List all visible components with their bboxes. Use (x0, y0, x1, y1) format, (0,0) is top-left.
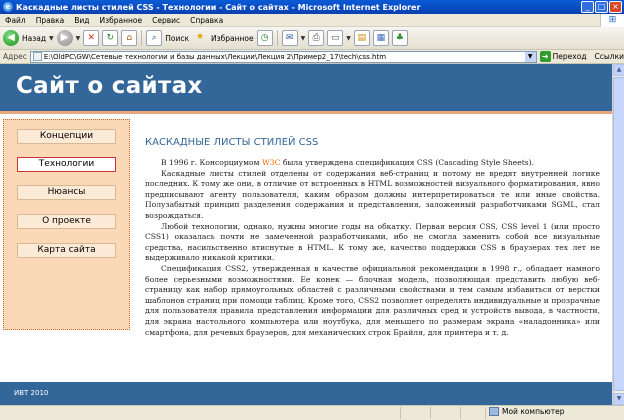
go-button-label: Переход (552, 52, 587, 61)
history-icon[interactable]: ◷ (256, 30, 273, 46)
back-arrow-icon[interactable]: ◀ (3, 30, 19, 46)
site-title: Сайт о сайтах (16, 73, 203, 99)
article-heading: КАСКАДНЫЕ ЛИСТЫ СТИЛЕЙ CSS (145, 137, 319, 148)
paragraph-text: была утверждена спецификация CSS (Cascad… (280, 158, 535, 167)
links-button[interactable]: Ссылки (595, 52, 624, 61)
web-page: Сайт о сайтах Концепции Технологии Нюанс… (0, 64, 612, 405)
toolbar-separator (141, 30, 143, 46)
security-zone: Мой компьютер (489, 407, 564, 416)
menu-view[interactable]: Вид (69, 16, 94, 25)
mail-dropdown-icon[interactable]: ▼ (301, 35, 306, 42)
nav-about-button[interactable]: О проекте (17, 214, 116, 229)
window-controls: _ □ × (581, 1, 622, 13)
menu-file[interactable]: Файл (0, 16, 31, 25)
edit-dropdown-icon[interactable]: ▼ (346, 35, 351, 42)
home-icon[interactable]: ⌂ (121, 30, 138, 46)
zone-label: Мой компьютер (502, 407, 565, 416)
vertical-scrollbar[interactable]: ▲ ▼ (612, 64, 624, 405)
address-url[interactable]: E:\OldPC\GW\Сетевые технологии и базы да… (44, 53, 525, 61)
scroll-down-icon[interactable]: ▼ (613, 393, 624, 405)
favorites-button-label[interactable]: Избранное (211, 34, 254, 43)
status-divider (430, 407, 431, 419)
page-icon (32, 52, 42, 61)
menu-tools[interactable]: Сервис (147, 16, 185, 25)
close-button[interactable]: × (609, 1, 622, 13)
toolbar: ◀ Назад ▼ ▶ ▼ ✕ ↻ ⌂ ⌕ Поиск ★ Избранное … (0, 27, 624, 50)
scroll-thumb[interactable] (613, 77, 624, 391)
back-button-label[interactable]: Назад (22, 34, 46, 43)
window-title: Каскадные листы стилей CSS - Технологии … (16, 2, 421, 12)
favorites-star-icon[interactable]: ★ (192, 30, 208, 46)
forward-dropdown-icon[interactable]: ▼ (76, 35, 81, 42)
windows-logo-icon: ⊞ (600, 14, 624, 27)
status-bar: Мой компьютер (0, 405, 624, 420)
nav-sitemap-button[interactable]: Карта сайта (17, 243, 116, 258)
computer-icon (489, 407, 499, 416)
go-arrow-icon: ➜ (539, 51, 551, 62)
address-bar: Адрес E:\OldPC\GW\Сетевые технологии и б… (0, 50, 624, 64)
scroll-up-icon[interactable]: ▲ (613, 64, 624, 76)
maximize-button[interactable]: □ (595, 1, 608, 13)
w3c-link[interactable]: W3C (262, 158, 280, 167)
site-footer: ИВТ 2010 (0, 382, 612, 405)
nav-nuances-button[interactable]: Нюансы (17, 185, 116, 200)
article-paragraph: В 1996 г. Консорциумом W3C была утвержде… (145, 158, 600, 169)
stop-icon[interactable]: ✕ (83, 30, 100, 46)
footer-text: ИВТ 2010 (14, 389, 49, 397)
toolbar-separator (276, 30, 278, 46)
mail-icon[interactable]: ✉ (281, 30, 298, 46)
edit-page-icon[interactable]: ▭ (327, 30, 344, 46)
address-label: Адрес (3, 52, 27, 61)
site-sidebar: Концепции Технологии Нюансы О проекте Ка… (3, 119, 130, 330)
title-bar: e Каскадные листы стилей CSS - Технологи… (0, 0, 624, 14)
research-icon[interactable]: ▦ (372, 30, 389, 46)
ie-logo-icon: e (3, 2, 13, 12)
discuss-icon[interactable]: ▤ (353, 30, 370, 46)
status-divider (485, 407, 486, 419)
site-header: Сайт о сайтах (0, 64, 612, 114)
messenger-icon[interactable]: ♣ (391, 30, 408, 46)
refresh-icon[interactable]: ↻ (102, 30, 119, 46)
go-button[interactable]: ➜ Переход (539, 51, 587, 62)
minimize-button[interactable]: _ (581, 1, 594, 13)
menu-help[interactable]: Справка (185, 16, 228, 25)
menu-edit[interactable]: Правка (31, 16, 70, 25)
article-content: КАСКАДНЫЕ ЛИСТЫ СТИЛЕЙ CSS В 1996 г. Кон… (145, 137, 600, 338)
menu-bar: Файл Правка Вид Избранное Сервис Справка… (0, 14, 624, 27)
search-button-label[interactable]: Поиск (165, 34, 189, 43)
print-icon[interactable]: ⎙ (308, 30, 325, 46)
status-divider (460, 407, 461, 419)
address-input[interactable]: E:\OldPC\GW\Сетевые технологии и базы да… (29, 50, 537, 63)
paragraph-text: В 1996 г. Консорциумом (161, 158, 262, 167)
status-divider (400, 407, 401, 419)
article-paragraph: Каскадные листы стилей отделены от содер… (145, 168, 600, 220)
nav-technologies-button[interactable]: Технологии (17, 157, 116, 172)
forward-arrow-icon[interactable]: ▶ (56, 30, 73, 46)
search-icon[interactable]: ⌕ (146, 30, 163, 46)
address-dropdown-icon[interactable]: ▼ (524, 51, 536, 62)
article-paragraph: Спецификация CSS2, утвержденная в качест… (145, 263, 600, 337)
menu-favorites[interactable]: Избранное (95, 16, 148, 25)
nav-concepts-button[interactable]: Концепции (17, 129, 116, 144)
article-paragraph: Любой технологии, однако, нужны многие г… (145, 221, 600, 263)
back-dropdown-icon[interactable]: ▼ (49, 35, 54, 42)
